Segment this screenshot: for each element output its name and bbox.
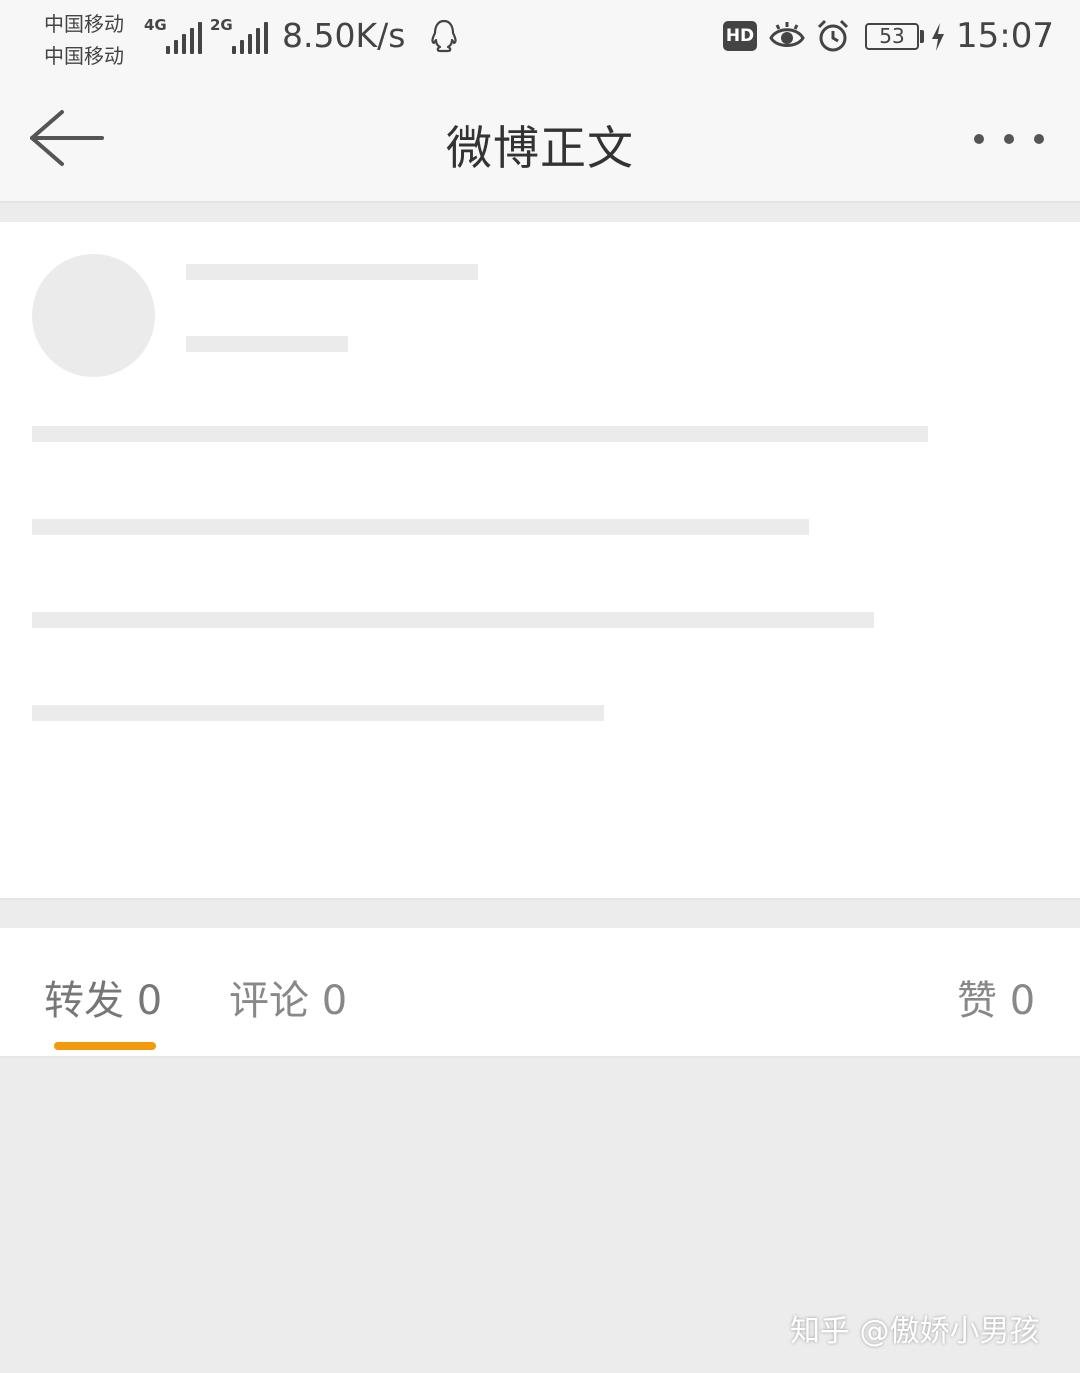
text-line-placeholder xyxy=(32,612,874,628)
clock: 15:07 xyxy=(956,16,1054,56)
tab-repost[interactable]: 转发 0 xyxy=(44,968,162,1026)
eye-icon xyxy=(769,22,805,47)
carrier-1: 中国移动 xyxy=(44,12,124,36)
watermark: 知乎 @傲娇小男孩 xyxy=(790,1314,1040,1349)
carrier-labels: 中国移动 中国移动 xyxy=(44,8,124,72)
dot xyxy=(974,134,984,144)
tab-comment[interactable]: 评论 0 xyxy=(229,968,347,1026)
signal-icon-2 xyxy=(232,22,268,54)
page-title: 微博正文 xyxy=(446,121,634,175)
timestamp-placeholder xyxy=(186,336,348,352)
avatar-placeholder xyxy=(32,254,155,377)
more-dots-icon[interactable] xyxy=(974,124,1054,154)
post-card-skeleton xyxy=(0,222,1080,900)
signal-icon xyxy=(166,22,202,54)
charging-icon xyxy=(932,23,944,51)
hd-badge: HD xyxy=(723,21,757,51)
network-type-1: 4G xyxy=(144,16,167,34)
interaction-tab-bar: 转发 0 评论 0 赞 0 xyxy=(0,928,1080,1058)
text-line-placeholder xyxy=(32,705,604,721)
battery-tip xyxy=(920,30,924,43)
tab-like[interactable]: 赞 0 xyxy=(957,968,1035,1026)
carrier-2: 中国移动 xyxy=(44,44,124,68)
text-line-placeholder xyxy=(32,519,809,535)
navigation-bar: 微博正文 xyxy=(0,78,1080,203)
dot xyxy=(1034,134,1044,144)
dot xyxy=(1004,134,1014,144)
qq-icon xyxy=(431,19,457,53)
username-placeholder xyxy=(186,264,478,280)
alarm-icon xyxy=(817,19,849,52)
active-tab-indicator xyxy=(54,1042,156,1050)
network-type-2: 2G xyxy=(210,16,233,34)
text-line-placeholder xyxy=(32,426,928,442)
status-bar: 中国移动 中国移动 4G 2G 8.50K/s HD 53 15:07 xyxy=(0,0,1080,78)
network-speed: 8.50K/s xyxy=(282,16,406,55)
battery-icon: 53 xyxy=(865,23,919,50)
